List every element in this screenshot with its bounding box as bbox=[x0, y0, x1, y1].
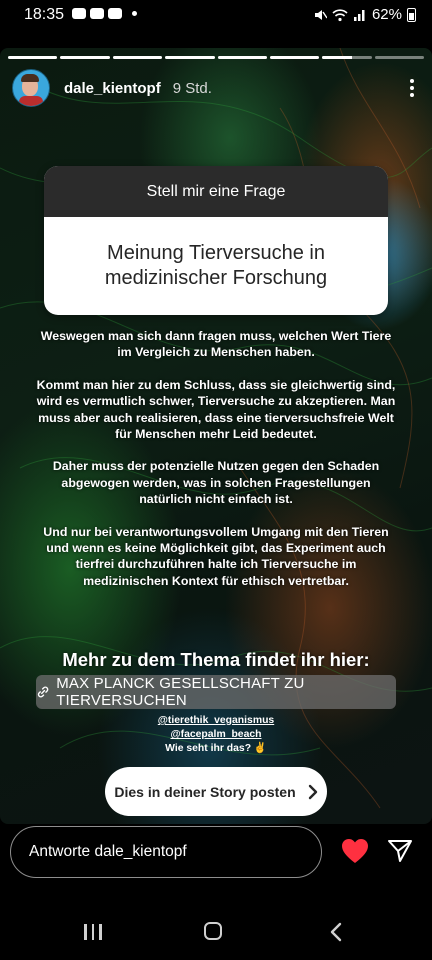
progress-segment-current bbox=[322, 56, 372, 59]
username[interactable]: dale_kientopf bbox=[64, 80, 161, 97]
story-view[interactable]: dale_kientopf 9 Std. Stell mir eine Frag… bbox=[0, 48, 432, 824]
avatar[interactable] bbox=[12, 69, 50, 107]
link-sticker[interactable]: MAX PLANCK GESELLSCHAFT ZU TIERVERSUCHEN bbox=[36, 675, 396, 709]
youtube-icon bbox=[90, 8, 104, 19]
wifi-icon bbox=[332, 8, 348, 21]
notification-icon bbox=[72, 8, 86, 19]
story-progress-bar bbox=[8, 56, 424, 59]
closing-text: Wie seht ihr das? ✌️ bbox=[165, 743, 267, 755]
question-sticker-text: Meinung Tierversuche in medizinischer Fo… bbox=[104, 242, 328, 289]
avatar-shirt bbox=[19, 96, 43, 106]
send-icon[interactable] bbox=[387, 838, 413, 864]
question-sticker-header: Stell mir eine Frage bbox=[44, 166, 388, 217]
battery-icon bbox=[407, 7, 416, 22]
home-icon[interactable] bbox=[204, 922, 222, 940]
navigation-bar bbox=[0, 896, 432, 960]
progress-segment bbox=[8, 56, 58, 59]
reply-placeholder: Antworte dale_kientopf bbox=[29, 843, 187, 860]
question-sticker[interactable]: Stell mir eine Frage Meinung Tierversuch… bbox=[44, 166, 388, 315]
link-icon bbox=[37, 686, 49, 698]
mention-link[interactable]: @tierethik_veganismus bbox=[0, 714, 432, 728]
story-paragraph: Daher muss der potenzielle Nutzen gegen … bbox=[52, 459, 380, 507]
progress-segment bbox=[269, 56, 320, 59]
back-icon[interactable] bbox=[330, 922, 342, 942]
share-button-label: Dies in deiner Story posten bbox=[114, 783, 296, 800]
progress-segment bbox=[374, 56, 424, 59]
progress-segment bbox=[60, 56, 110, 59]
battery-percent: 62% bbox=[371, 6, 402, 23]
signal-icon bbox=[353, 9, 365, 21]
avatar-hair bbox=[21, 74, 39, 82]
progress-segment bbox=[112, 56, 163, 59]
status-right: 62% bbox=[313, 6, 416, 23]
share-to-story-button[interactable]: Dies in deiner Story posten bbox=[105, 767, 327, 816]
mute-icon bbox=[314, 9, 327, 20]
story-paragraph: Weswegen man sich dann fragen muss, welc… bbox=[40, 329, 392, 360]
mention-link[interactable]: @facepalm_beach bbox=[0, 728, 432, 742]
notification-icon bbox=[108, 8, 122, 19]
status-time: 18:35 bbox=[24, 6, 65, 23]
status-bar: 18:35 62% bbox=[0, 0, 432, 32]
story-time: 9 Std. bbox=[172, 79, 212, 97]
more-notifications-dot bbox=[132, 11, 137, 16]
story-text: Weswegen man sich dann fragen muss, welc… bbox=[36, 328, 396, 605]
story-paragraph: Kommt man hier zu dem Schluss, dass sie … bbox=[36, 377, 396, 442]
progress-segment bbox=[217, 56, 267, 59]
recents-icon[interactable] bbox=[84, 924, 102, 940]
chevron-right-icon bbox=[308, 784, 317, 799]
heart-icon[interactable] bbox=[341, 838, 369, 864]
mentions: @tierethik_veganismus @facepalm_beach Wi… bbox=[0, 714, 432, 757]
more-info-title: Mehr zu dem Thema findet ihr hier: bbox=[62, 649, 370, 670]
progress-segment bbox=[165, 56, 215, 59]
notification-icons bbox=[72, 8, 137, 19]
more-options-icon[interactable] bbox=[404, 75, 420, 101]
story-paragraph: Und nur bei verantwortungsvollem Umgang … bbox=[43, 524, 389, 588]
story-header: dale_kientopf 9 Std. bbox=[12, 68, 420, 108]
link-sticker-label: MAX PLANCK GESELLSCHAFT ZU TIERVERSUCHEN bbox=[56, 675, 305, 709]
reply-input[interactable]: Antworte dale_kientopf bbox=[10, 826, 322, 878]
